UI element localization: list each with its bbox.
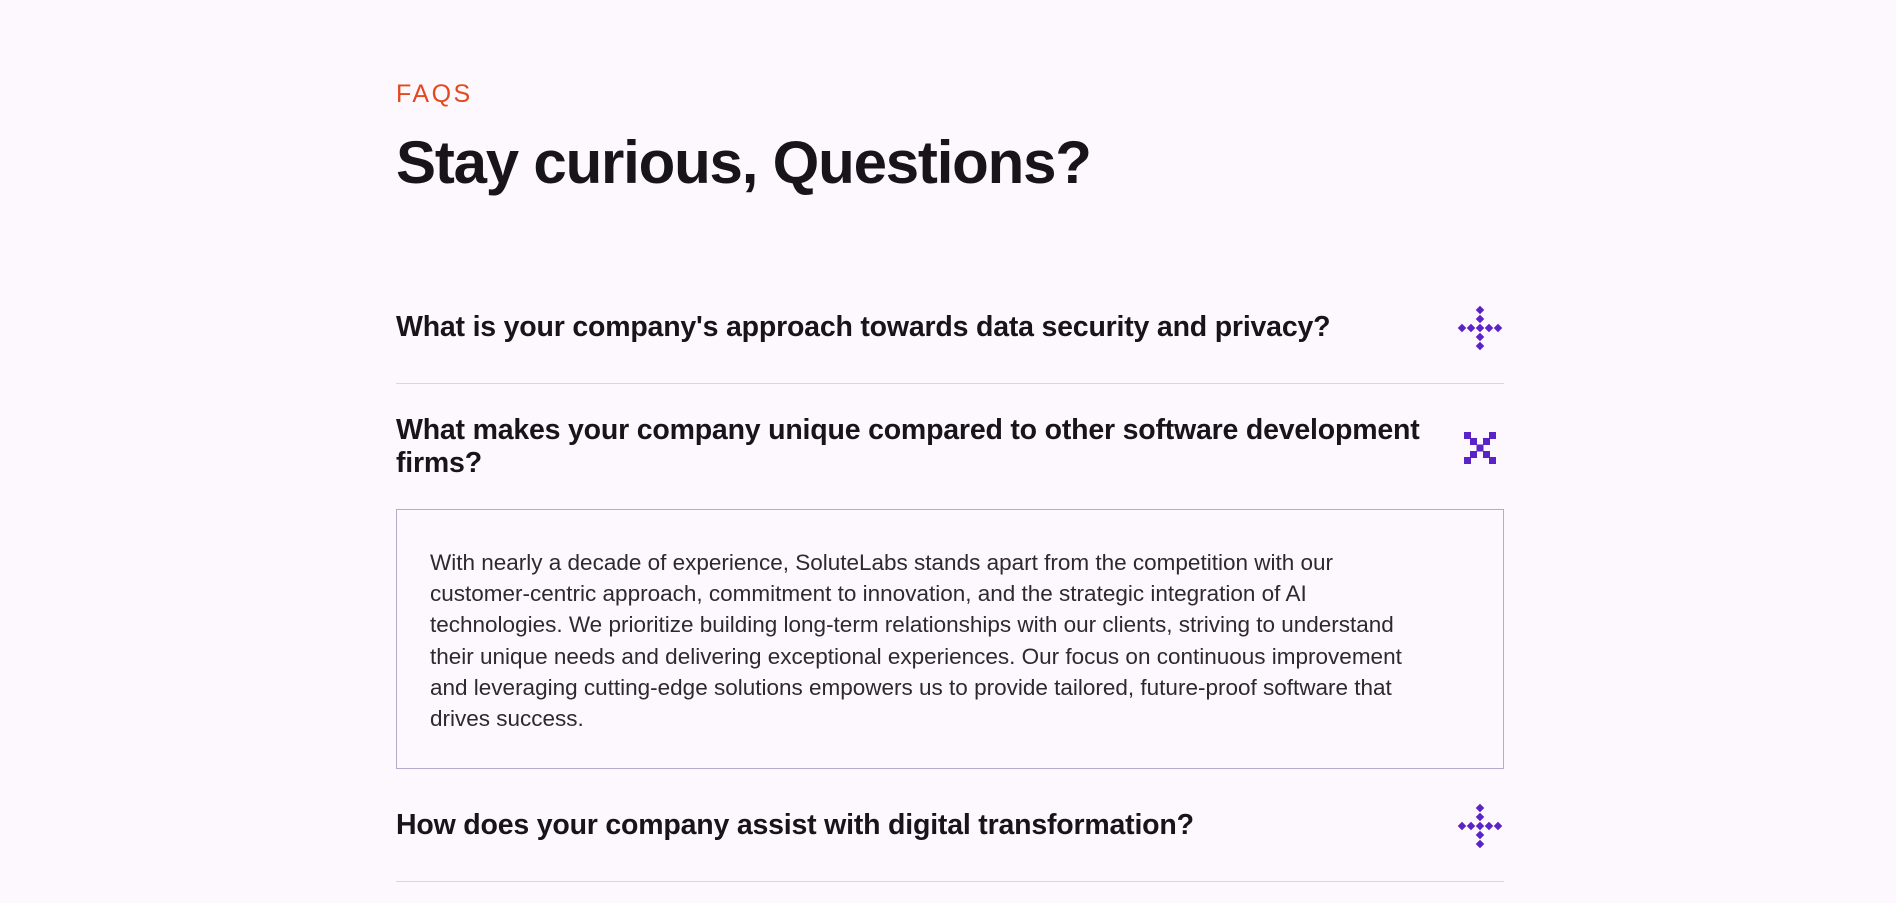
faq-answer-panel: With nearly a decade of experience, Solu… [396,509,1504,769]
collapse-x-icon[interactable] [1456,424,1504,472]
faq-divider [396,881,1504,882]
section-eyebrow: FAQS [396,80,473,108]
faq-answer-text: With nearly a decade of experience, Solu… [430,550,1402,732]
faq-question[interactable]: What is your company's approach towards … [396,311,1396,344]
faq-question[interactable]: How does your company assist with digita… [396,809,1396,842]
section-title: Stay curious, Questions? [396,129,1092,196]
expand-plus-icon[interactable] [1456,304,1504,352]
expand-plus-icon[interactable] [1456,802,1504,850]
faq-divider [396,383,1504,384]
faq-question[interactable]: What makes your company unique compared … [396,414,1436,480]
